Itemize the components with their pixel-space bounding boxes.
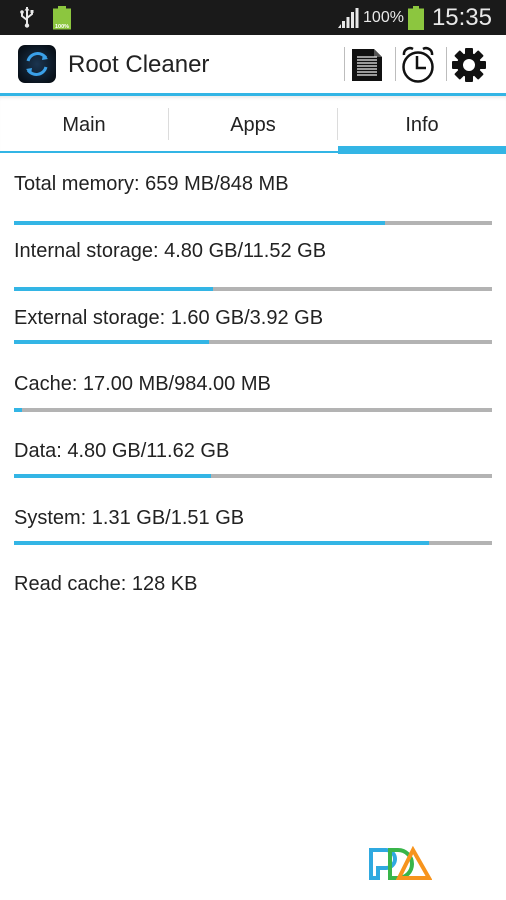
battery-icon [407, 5, 424, 30]
settings-button[interactable] [449, 45, 489, 85]
read-cache-row: Read cache: 128 KB [14, 573, 492, 596]
alarm-clock-icon [402, 46, 434, 83]
svg-text:100%: 100% [55, 24, 69, 30]
data-progress [14, 474, 492, 478]
external-storage-label: External storage: 1.60 GB/3.92 GB [14, 307, 324, 329]
data-row: Data: 4.80 GB/11.62 GB [14, 440, 492, 478]
progress-fill [14, 541, 429, 545]
system-row: System: 1.31 GB/1.51 GB [14, 507, 492, 545]
action-divider [446, 47, 447, 81]
gear-icon [452, 48, 486, 82]
system-progress [14, 541, 492, 545]
progress-fill [14, 287, 214, 291]
system-label: System: 1.31 GB/1.51 GB [14, 507, 245, 529]
external-storage-progress [14, 340, 492, 344]
total-memory-row: Total memory: 659 MB/848 MB [14, 173, 492, 225]
data-label: Data: 4.80 GB/11.62 GB [14, 440, 230, 462]
action-divider [395, 47, 396, 81]
action-divider [344, 47, 345, 81]
progress-fill [14, 474, 212, 478]
progress-fill [14, 408, 23, 412]
total-memory-label: Total memory: 659 MB/848 MB [14, 173, 289, 195]
tab-selected-indicator [338, 146, 506, 154]
app-title: Root Cleaner [68, 51, 210, 78]
tab-main[interactable]: Main [0, 96, 168, 154]
read-cache-label: Read cache: 128 KB [14, 573, 198, 595]
schedule-button[interactable] [398, 45, 438, 85]
internal-storage-progress [14, 287, 492, 291]
progress-fill [14, 221, 386, 225]
battery-percent: 100% [363, 8, 404, 26]
internal-storage-row: Internal storage: 4.80 GB/11.52 GB [14, 240, 492, 291]
status-bar: 100% 100% 15:35 [0, 0, 506, 35]
progress-fill [14, 340, 210, 344]
cache-label: Cache: 17.00 MB/984.00 MB [14, 373, 271, 395]
root-cleaner-app-icon[interactable] [18, 45, 56, 83]
signal-icon [338, 7, 359, 28]
action-bar: Root Cleaner [0, 35, 506, 93]
cache-row: Cache: 17.00 MB/984.00 MB [14, 373, 492, 412]
pda-logo-icon [369, 846, 432, 880]
tab-apps[interactable]: Apps [169, 96, 337, 154]
clock: 15:35 [431, 3, 492, 31]
log-button[interactable] [347, 45, 387, 85]
internal-storage-label: Internal storage: 4.80 GB/11.52 GB [14, 240, 327, 262]
battery-notification-icon: 100% [53, 6, 71, 30]
total-memory-progress [14, 221, 492, 225]
document-icon [352, 49, 382, 81]
usb-icon [20, 7, 34, 28]
cache-progress [14, 408, 492, 412]
external-storage-row: External storage: 1.60 GB/3.92 GB [14, 307, 492, 344]
